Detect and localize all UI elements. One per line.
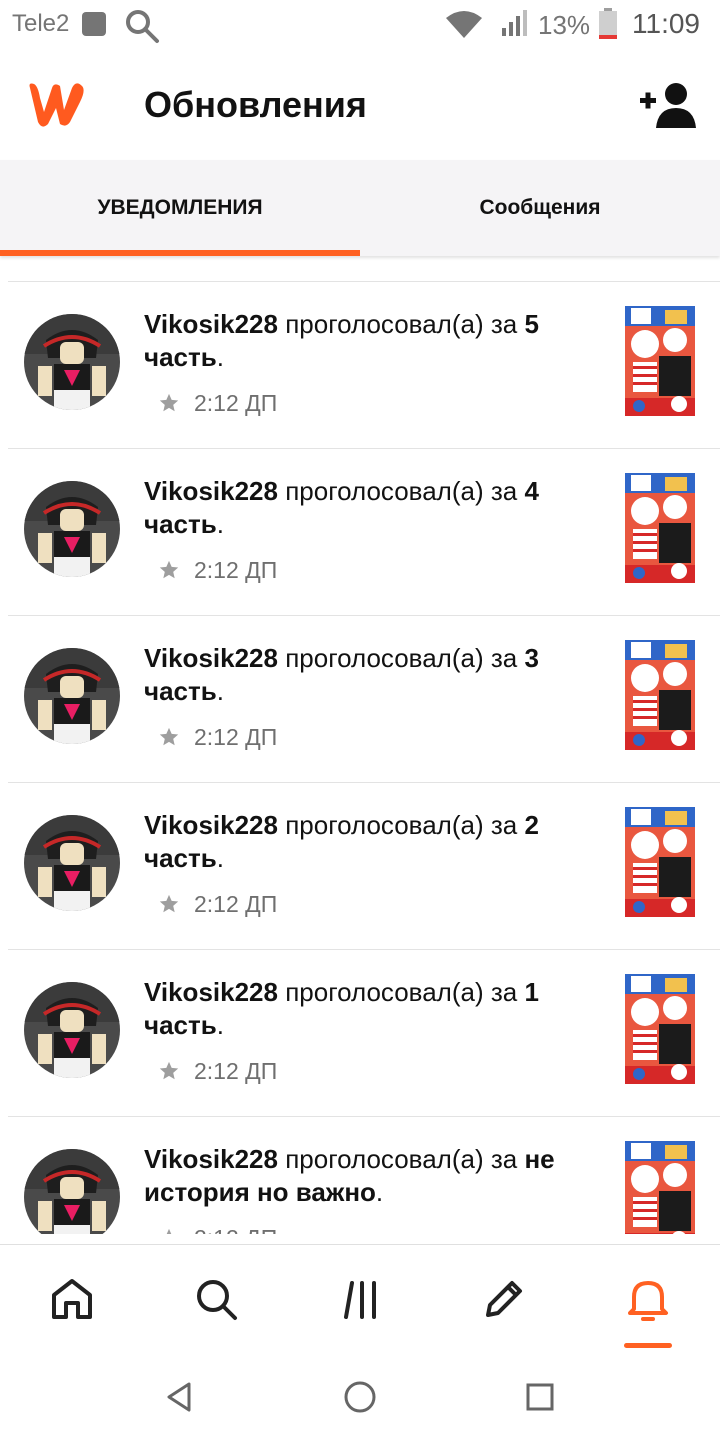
list-item[interactable]: Vikosik228 проголосовал(а) за не история…	[8, 1116, 720, 1234]
add-user-icon[interactable]	[636, 78, 700, 132]
clock: 11:09	[632, 8, 700, 39]
story-cover[interactable]	[625, 974, 695, 1084]
action-text: проголосовал(а) за	[285, 476, 518, 506]
suffix: .	[216, 676, 224, 706]
avatar[interactable]	[24, 815, 120, 911]
tab-bar: УВЕДОМЛЕНИЯ Сообщения	[0, 160, 720, 256]
story-cover[interactable]	[625, 1141, 695, 1234]
list-item[interactable]: Vikosik228 проголосовал(а) за 3 часть. 2:…	[8, 615, 720, 783]
notification-meta: 2:12 ДП	[158, 1056, 277, 1086]
avatar[interactable]	[24, 314, 120, 410]
library-icon[interactable]	[338, 1275, 386, 1323]
action-text: проголосовал(а) за	[285, 810, 518, 840]
suffix: .	[216, 1010, 224, 1040]
star-icon	[158, 1227, 180, 1234]
wifi-icon	[446, 11, 482, 38]
timestamp: 2:12 ДП	[194, 723, 278, 750]
list-item[interactable]: Vikosik228 проголосовал(а) за 5 часть. 2:…	[8, 281, 720, 449]
home-circle-icon[interactable]	[343, 1380, 377, 1414]
battery-icon	[599, 8, 617, 39]
home-icon[interactable]	[48, 1275, 96, 1323]
suffix: .	[216, 342, 224, 372]
avatar[interactable]	[24, 1149, 120, 1234]
suffix: .	[375, 1177, 384, 1207]
list-item[interactable]: Vikosik228 проголосовал(а) за 4 часть. 2:…	[8, 448, 720, 616]
battery-percent: 13%	[538, 10, 591, 40]
write-icon[interactable]	[480, 1275, 528, 1323]
username[interactable]: Vikosik228	[144, 476, 278, 506]
back-icon[interactable]	[163, 1380, 197, 1414]
signal-icon	[502, 10, 527, 36]
notification-meta: 2:12 ДП	[158, 722, 277, 752]
notification-text: Vikosik228 проголосовал(а) за 2 часть.	[144, 809, 584, 875]
system-navigation	[0, 1350, 720, 1440]
notification-text: Vikosik228 проголосовал(а) за 3 часть.	[144, 642, 584, 708]
suffix: .	[216, 509, 224, 539]
star-icon	[158, 1060, 180, 1082]
app-header: Обновления	[0, 50, 720, 160]
notification-meta: 2:12 ДП	[158, 889, 277, 919]
notification-text: Vikosik228 проголосовал(а) за 5 часть.	[144, 308, 584, 374]
username[interactable]: Vikosik228	[144, 977, 278, 1007]
story-cover[interactable]	[625, 473, 695, 583]
bottom-navigation	[0, 1244, 720, 1351]
action-text: проголосовал(а) за	[285, 643, 518, 673]
list-item[interactable]: Vikosik228 проголосовал(а) за 2 часть. 2:…	[8, 782, 720, 950]
active-tab-indicator	[0, 250, 360, 256]
suffix: .	[216, 843, 224, 873]
notification-text: Vikosik228 проголосовал(а) за 1 часть.	[144, 976, 584, 1042]
notification-meta: 2:12 ДП	[158, 555, 277, 585]
story-cover[interactable]	[625, 807, 695, 917]
search-nav-icon[interactable]	[192, 1275, 240, 1323]
username[interactable]: Vikosik228	[144, 1144, 278, 1174]
timestamp: 2:12 ДП	[194, 890, 278, 917]
username[interactable]: Vikosik228	[144, 810, 278, 840]
username[interactable]: Vikosik228	[144, 643, 278, 673]
timestamp: 2:12 ДП	[194, 556, 278, 583]
timestamp: 2:12 ДП	[194, 1057, 278, 1084]
page-title: Обновления	[144, 84, 367, 125]
notification-text: Vikosik228 проголосовал(а) за 4 часть.	[144, 475, 584, 541]
star-icon	[158, 559, 180, 581]
notification-meta: 2:12 ДП	[158, 1223, 277, 1234]
action-text: проголосовал(а) за	[285, 309, 518, 339]
username[interactable]: Vikosik228	[144, 309, 278, 339]
action-text: проголосовал(а) за	[285, 1144, 518, 1174]
timestamp: 2:12 ДП	[194, 389, 278, 416]
status-bar: Tele2 13% 11:09	[0, 0, 720, 50]
tab-notifications[interactable]: УВЕДОМЛЕНИЯ	[0, 160, 360, 256]
notification-text: Vikosik228 проголосовал(а) за не история…	[144, 1143, 584, 1209]
star-icon	[158, 726, 180, 748]
star-icon	[158, 392, 180, 414]
notifications-bell-icon[interactable]	[624, 1275, 672, 1323]
carrier-label: Tele2	[12, 10, 70, 37]
tab-messages[interactable]: Сообщения	[360, 160, 720, 256]
wattpad-logo-icon[interactable]	[22, 78, 90, 130]
star-icon	[158, 893, 180, 915]
active-nav-indicator	[624, 1343, 672, 1348]
list-item[interactable]: Vikosik228 проголосовал(а) за 1 часть. 2:…	[8, 949, 720, 1117]
story-cover[interactable]	[625, 640, 695, 750]
timestamp: 2:12 ДП	[194, 1225, 277, 1235]
avatar[interactable]	[24, 481, 120, 577]
notification-meta: 2:12 ДП	[158, 388, 277, 418]
recents-icon[interactable]	[523, 1380, 557, 1414]
notification-square-icon	[82, 12, 106, 36]
action-text: проголосовал(а) за	[285, 977, 518, 1007]
notification-list[interactable]: Vikosik228 проголосовал(а) за 5 часть. 2:…	[0, 258, 720, 1234]
story-cover[interactable]	[625, 306, 695, 416]
avatar[interactable]	[24, 982, 120, 1078]
avatar[interactable]	[24, 648, 120, 744]
search-icon	[126, 10, 159, 43]
